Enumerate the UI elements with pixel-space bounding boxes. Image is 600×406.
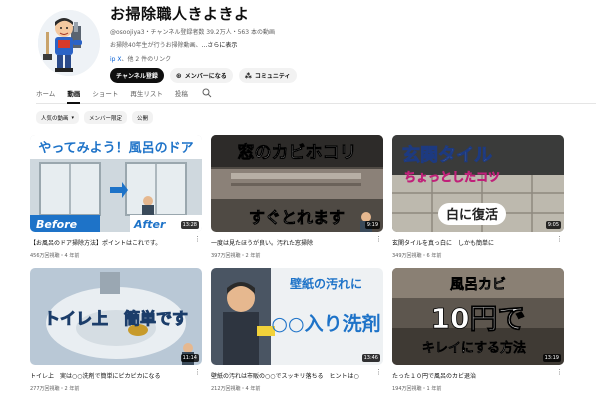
video-duration: 13:46 xyxy=(361,354,380,362)
video-meta: 349万回視聴・6 年前 xyxy=(392,253,442,259)
link-more[interactable]: 、他 2 件のリンク xyxy=(122,56,172,63)
video-title[interactable]: 【お風呂のドア掃除方法】ポイントはこれです。 xyxy=(30,238,195,247)
community-button[interactable]: ⁂ コミュニティ xyxy=(238,68,297,83)
video-card[interactable]: トイレ上 簡単です 11:14 トイレ上 実は○○洗剤で簡単にピカピカになる ⋮… xyxy=(30,268,202,392)
channel-header: お掃除職人きよきよ @osoojiya3・チャンネル登録者数 39.2万人・56… xyxy=(38,4,578,84)
channel-avatar[interactable] xyxy=(38,10,100,76)
thumb-text-top: 窓のカビホコリ xyxy=(238,142,357,163)
link-host[interactable]: ip X xyxy=(110,56,122,63)
more-options-icon[interactable]: ⋮ xyxy=(194,235,201,243)
description-text: お掃除40年生が行うお掃除動画、 xyxy=(110,42,202,49)
more-options-icon[interactable]: ⋮ xyxy=(556,235,563,243)
chip-label: メンバー限定 xyxy=(89,115,123,122)
chip-label: 人気の動画 xyxy=(41,115,69,122)
thumb-text-top: 壁紙の汚れに xyxy=(290,276,362,291)
thumb-text-middle: 10円で xyxy=(431,302,526,335)
video-card[interactable]: 窓のカビホコリ すぐとれます 9:19 一度は見たほうが良い。汚れた窓掃除 ⋮ … xyxy=(211,135,383,259)
chip-members-only[interactable]: メンバー限定 xyxy=(84,111,128,124)
video-duration: 9:19 xyxy=(364,221,380,229)
video-meta: 212万回視聴・4 年前 xyxy=(211,386,261,392)
tab-videos[interactable]: 動画 xyxy=(67,88,81,104)
thumb-after: After xyxy=(133,218,166,231)
chip-label: 公開 xyxy=(137,115,149,122)
tab-posts[interactable]: 投稿 xyxy=(175,88,188,104)
membership-button[interactable]: ⊛ メンバーになる xyxy=(169,68,233,83)
video-thumbnail[interactable]: 玄関タイル ちょっとしたコツ 白に復活 9:05 xyxy=(392,135,564,232)
thumb-text-bottom: キレイにする方法 xyxy=(422,340,526,356)
video-card[interactable]: やってみよう！風呂のドア Before After 13:28 【お風呂のドア掃… xyxy=(30,135,202,259)
video-meta: 277万回視聴・2 年前 xyxy=(30,386,80,392)
filter-chips: 人気の動画 ▾ メンバー限定 公開 xyxy=(36,111,154,124)
video-card[interactable]: 玄関タイル ちょっとしたコツ 白に復活 9:05 玄関タイルを真っ白に しかも簡… xyxy=(392,135,564,259)
video-thumbnail[interactable]: やってみよう！風呂のドア Before After 13:28 xyxy=(30,135,202,232)
video-title[interactable]: 玄関タイルを真っ白に しかも簡単に xyxy=(392,238,557,247)
more-options-icon[interactable]: ⋮ xyxy=(194,368,201,376)
thumb-text-bottom: ○○入り洗剤 xyxy=(271,312,380,335)
membership-label: メンバーになる xyxy=(184,73,227,80)
channel-meta: @osoojiya3・チャンネル登録者数 39.2万人・563 本の動画 xyxy=(110,29,275,36)
membership-icon: ⊛ xyxy=(175,71,182,80)
video-title[interactable]: 一度は見たほうが良い。汚れた窓掃除 xyxy=(211,238,376,247)
more-options-icon[interactable]: ⋮ xyxy=(375,368,382,376)
thumb-text-top: トイレ上 簡単です xyxy=(44,309,188,328)
tab-shorts[interactable]: ショート xyxy=(92,88,118,104)
search-icon[interactable] xyxy=(202,88,212,101)
more-options-icon[interactable]: ⋮ xyxy=(375,235,382,243)
thumb-text-bottom: すぐとれます xyxy=(249,208,345,227)
video-card[interactable]: 風呂カビ 10円で キレイにする方法 13:19 たった１０円で風呂のカビ退治 … xyxy=(392,268,564,392)
subscribe-button[interactable]: チャンネル登録 xyxy=(110,68,164,83)
video-card[interactable]: 壁紙の汚れに ○○入り洗剤 13:46 壁紙の汚れは市販の○○でスッキリ落ちる … xyxy=(211,268,383,392)
subscribe-label: チャンネル登録 xyxy=(116,73,158,80)
tab-home[interactable]: ホーム xyxy=(36,88,55,104)
video-duration: 13:19 xyxy=(542,354,561,362)
video-thumbnail[interactable]: 風呂カビ 10円で キレイにする方法 13:19 xyxy=(392,268,564,365)
chevron-down-icon: ▾ xyxy=(71,114,75,121)
chip-popular[interactable]: 人気の動画 ▾ xyxy=(36,111,80,124)
channel-tabs: ホーム 動画 ショート 再生リスト 投稿 xyxy=(36,88,596,104)
video-title[interactable]: トイレ上 実は○○洗剤で簡単にピカピカになる xyxy=(30,371,195,380)
video-meta: 397万回視聴・2 年前 xyxy=(211,253,261,259)
channel-actions: チャンネル登録 ⊛ メンバーになる ⁂ コミュニティ xyxy=(110,68,570,83)
thumb-before: Before xyxy=(36,218,78,231)
community-label: コミュニティ xyxy=(254,73,291,80)
more-options-icon[interactable]: ⋮ xyxy=(556,368,563,376)
channel-title: お掃除職人きよきよ xyxy=(110,5,250,23)
tab-playlists[interactable]: 再生リスト xyxy=(130,88,163,104)
channel-links[interactable]: ip X、他 2 件のリンク xyxy=(110,54,570,63)
community-icon: ⁂ xyxy=(244,71,252,80)
thumb-text-top: 風呂カビ xyxy=(450,277,506,293)
video-meta: 456万回視聴・4 年前 xyxy=(30,253,80,259)
channel-description[interactable]: お掃除40年生が行うお掃除動画、...さらに表示 xyxy=(110,40,570,49)
thumb-text-top: 玄関タイル xyxy=(402,144,492,166)
video-thumbnail[interactable]: 窓のカビホコリ すぐとれます 9:19 xyxy=(211,135,383,232)
video-title[interactable]: たった１０円で風呂のカビ退治 xyxy=(392,371,557,380)
video-duration: 13:28 xyxy=(180,221,199,229)
video-title[interactable]: 壁紙の汚れは市販の○○でスッキリ落ちる ヒントは○ xyxy=(211,371,376,380)
video-duration: 9:05 xyxy=(545,221,561,229)
video-duration: 11:14 xyxy=(180,354,199,362)
thumb-text-bottom: 白に復活 xyxy=(446,207,498,223)
chip-public[interactable]: 公開 xyxy=(132,111,154,124)
video-meta: 194万回視聴・1 年前 xyxy=(392,386,442,392)
thumb-text-middle: ちょっとしたコツ xyxy=(404,170,500,184)
show-more-link[interactable]: ...さらに表示 xyxy=(202,42,238,49)
thumb-text-top: やってみよう！風呂のドア xyxy=(38,141,193,156)
video-thumbnail[interactable]: トイレ上 簡単です 11:14 xyxy=(30,268,202,365)
video-thumbnail[interactable]: 壁紙の汚れに ○○入り洗剤 13:46 xyxy=(211,268,383,365)
channel-info: お掃除職人きよきよ @osoojiya3・チャンネル登録者数 39.2万人・56… xyxy=(110,4,570,83)
